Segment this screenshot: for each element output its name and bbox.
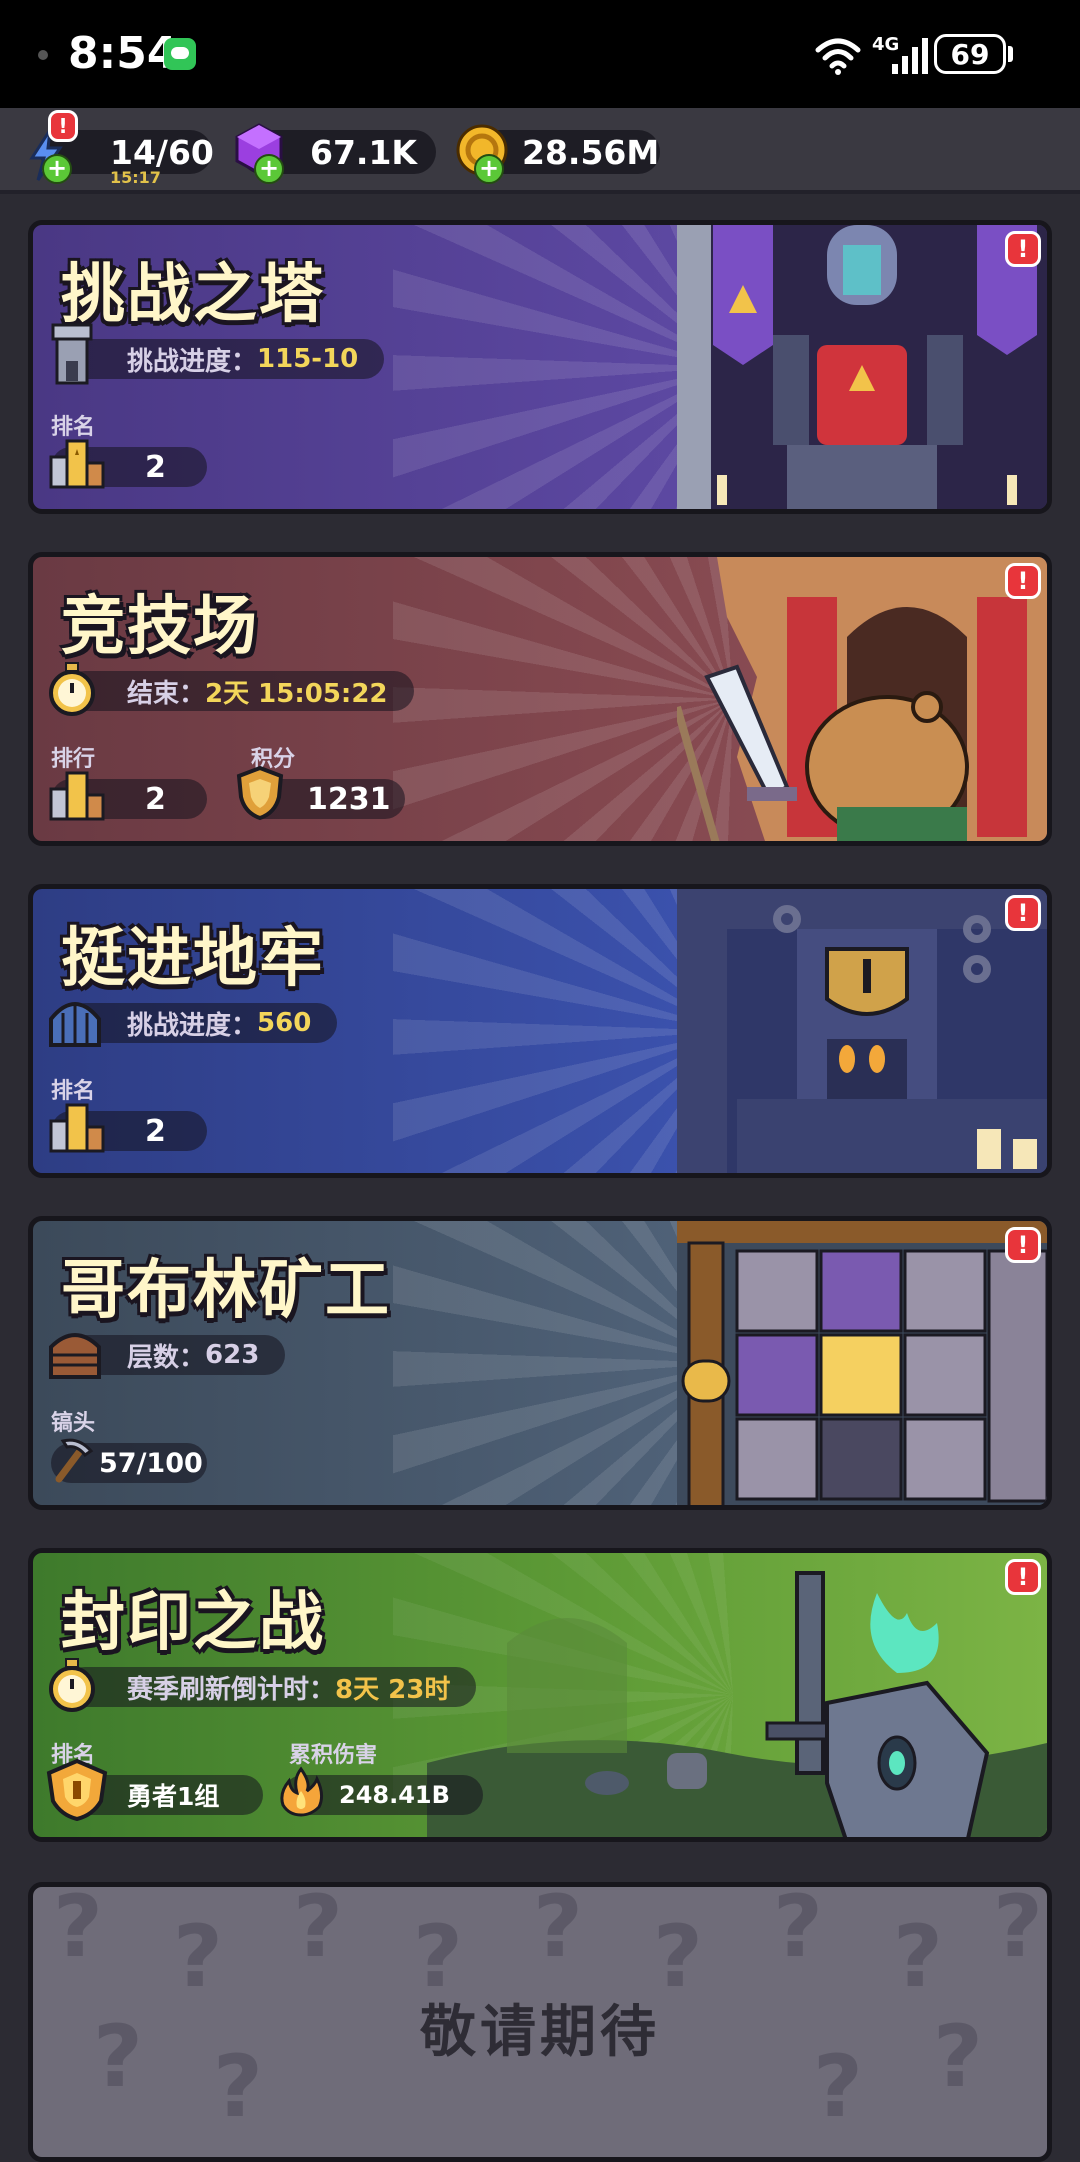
energy-timer: 15:17 [110, 168, 161, 187]
podium-icon [49, 771, 105, 821]
question-mark-icon: ? [53, 1882, 103, 1977]
signal-icon [892, 38, 928, 74]
question-mark-icon: ? [993, 1882, 1043, 1977]
rank-value: 勇者1组 [127, 1782, 220, 1811]
gem-plus-button[interactable]: + [254, 154, 284, 184]
dungeon-card[interactable]: 挺进地牢 挑战进度： 560 排名 2 ! [28, 884, 1052, 1178]
energy-value: 14/60 [110, 132, 214, 172]
chest-icon [49, 1333, 101, 1379]
shield-icon [236, 765, 284, 821]
card-title: 哥布林矿工 [61, 1254, 391, 1328]
card-title: 挑战之塔 [61, 258, 325, 332]
stopwatch-icon [49, 1658, 95, 1712]
question-mark-icon: ? [533, 1882, 583, 1977]
fire-icon [280, 1766, 324, 1817]
arena-alert-icon: ! [1005, 563, 1041, 599]
season-value: 8天 23时 [335, 1674, 451, 1705]
card-title: 挺进地牢 [61, 922, 325, 996]
status-bar: 8:54 4G 69 [0, 0, 1080, 108]
battery-tip [1008, 46, 1013, 62]
coin-value: 28.56M [522, 132, 660, 172]
damage-value: 248.41B [339, 1781, 450, 1809]
podium-icon [49, 1103, 105, 1153]
rank-badge-icon [46, 1758, 108, 1822]
rank-value: 2 [145, 781, 166, 817]
tower-challenge-card[interactable]: 挑战之塔 挑战进度： 115-10 排名 2 ! [28, 220, 1052, 514]
dungeon-scene [677, 889, 1047, 1173]
floor-value: 623 [205, 1340, 260, 1370]
tower-icon [51, 323, 93, 385]
progress-value: 560 [257, 1008, 312, 1038]
season-label: 赛季刷新倒计时： [127, 1674, 336, 1705]
end-value: 2天 15:05:22 [205, 678, 388, 709]
tower-scene [677, 225, 1047, 509]
end-label: 结束： [127, 678, 206, 709]
card-title: 竞技场 [61, 590, 259, 664]
wifi-icon [815, 38, 861, 75]
question-mark-icon: ? [773, 1882, 823, 1977]
seal-battle-card[interactable]: 封印之战 赛季刷新倒计时： 8天 23时 排名 勇者1组 累积伤害 248.41… [28, 1548, 1052, 1842]
arena-scene [673, 557, 1047, 841]
progress-value: 115-10 [257, 344, 359, 374]
podium-icon [49, 439, 105, 489]
end-time-pill: 结束： 2天 15:05:22 [65, 671, 414, 711]
gate-icon [49, 1002, 101, 1047]
energy-alert-icon: ! [48, 110, 78, 142]
rank-value: 2 [145, 449, 166, 485]
battery-icon: 69 [934, 34, 1006, 74]
rank-value: 2 [145, 1113, 166, 1149]
goblin-miner-alert-icon: ! [1005, 1227, 1041, 1263]
notification-dot [38, 50, 48, 60]
pickaxe-value: 57/100 [99, 1447, 203, 1479]
coming-soon-card: ? ? ? ? ? ? ? ? ? ? ? ? ? 敬请期待 [28, 1882, 1052, 2162]
status-time: 8:54 [68, 28, 178, 79]
seal-scene [427, 1553, 1047, 1837]
arena-card[interactable]: 竞技场 结束： 2天 15:05:22 排行 2 积分 1231 ! [28, 552, 1052, 846]
gem-value: 67.1K [310, 132, 417, 172]
points-value: 1231 [307, 781, 391, 817]
progress-label: 挑战进度： [127, 1010, 258, 1041]
dungeon-alert-icon: ! [1005, 895, 1041, 931]
pickaxe-icon [55, 1438, 94, 1483]
energy-plus-button[interactable]: + [42, 154, 72, 184]
goblin-miner-card[interactable]: 哥布林矿工 层数： 623 镐头 57/100 ! [28, 1216, 1052, 1510]
floor-label: 层数： [127, 1342, 206, 1373]
coin-plus-button[interactable]: + [474, 154, 504, 184]
progress-pill: 挑战进度： 115-10 [65, 339, 385, 379]
progress-pill: 挑战进度： 560 [65, 1003, 338, 1043]
mine-scene [677, 1221, 1047, 1505]
seal-battle-alert-icon: ! [1005, 1559, 1041, 1595]
question-mark-icon: ? [293, 1882, 343, 1977]
wechat-icon [164, 38, 196, 70]
season-countdown-pill: 赛季刷新倒计时： 8天 23时 [65, 1667, 477, 1707]
stopwatch-icon [49, 662, 95, 716]
resource-bar: 14/60 + ! 67.1K + 28.56M + [0, 108, 1080, 194]
progress-label: 挑战进度： [127, 346, 258, 377]
coming-soon-text: 敬请期待 [420, 2000, 660, 2065]
tower-alert-icon: ! [1005, 231, 1041, 267]
card-title: 封印之战 [61, 1586, 325, 1660]
